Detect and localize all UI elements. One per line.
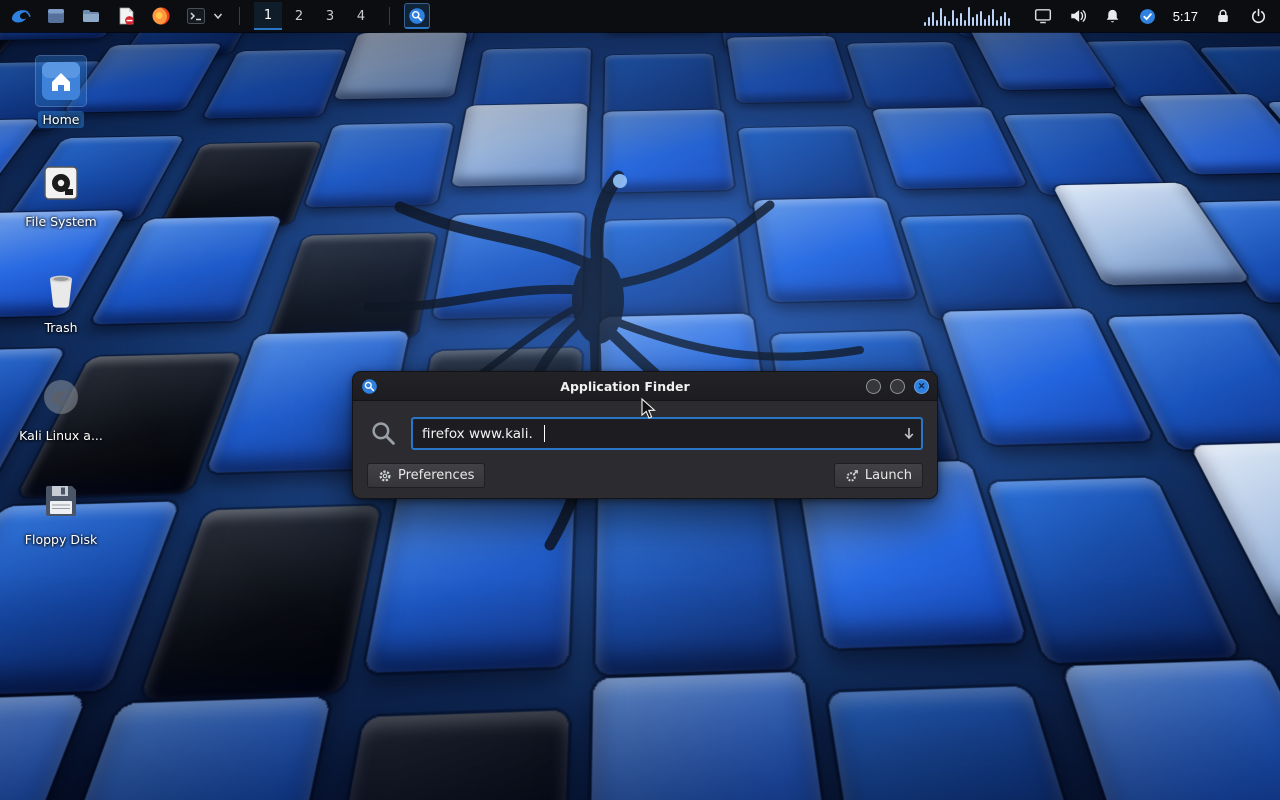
desktop-icon-home[interactable]: Home xyxy=(7,56,115,131)
notifications-icon-button[interactable] xyxy=(1103,4,1123,28)
lock-icon xyxy=(1215,8,1231,24)
status-icon-button[interactable] xyxy=(1138,4,1158,28)
document-icon xyxy=(116,6,136,26)
display-icon-button[interactable] xyxy=(1033,4,1053,28)
firefox-icon xyxy=(151,6,171,26)
launch-button[interactable]: Launch xyxy=(834,463,923,488)
launcher-firefox[interactable] xyxy=(148,3,174,29)
desktop-icon-label: Kali Linux a... xyxy=(14,427,108,444)
status-circle-icon xyxy=(1139,8,1156,25)
window-icon xyxy=(46,6,66,26)
folder-icon xyxy=(81,6,101,26)
volume-icon-button[interactable] xyxy=(1068,4,1088,28)
launcher-windows[interactable] xyxy=(43,3,69,29)
speaker-icon xyxy=(1069,7,1087,25)
floppy-icon xyxy=(41,481,81,521)
launcher-terminal[interactable] xyxy=(183,3,209,29)
desktop-icon-label: Floppy Disk xyxy=(20,531,102,548)
desktop-icon-label: Home xyxy=(38,111,85,128)
logout-icon-button[interactable] xyxy=(1248,4,1268,28)
search-icon xyxy=(367,420,399,447)
desktop-icon-label: Trash xyxy=(39,319,82,336)
terminal-dropdown-button[interactable] xyxy=(211,3,225,29)
workspace-4[interactable]: 4 xyxy=(347,2,375,30)
power-icon xyxy=(1250,8,1267,25)
kali-docs-icon xyxy=(41,377,81,417)
desktop-icon-kali-docs[interactable]: Kali Linux a... xyxy=(7,372,115,447)
dropdown-arrow-icon[interactable] xyxy=(902,426,916,445)
app-finder-icon xyxy=(408,7,426,25)
app-finder-window-icon xyxy=(361,378,378,395)
audio-spectrum xyxy=(924,6,1010,26)
preferences-button[interactable]: Preferences xyxy=(367,463,485,488)
workspace-2[interactable]: 2 xyxy=(285,2,313,30)
minimize-button[interactable] xyxy=(866,379,881,394)
kali-menu-button[interactable] xyxy=(8,3,34,29)
trash-icon xyxy=(41,269,81,309)
dialog-body: Preferences Launch xyxy=(353,401,937,498)
gear-icon xyxy=(378,469,392,483)
launcher-file-manager[interactable] xyxy=(78,3,104,29)
terminal-icon xyxy=(186,6,206,26)
preferences-label: Preferences xyxy=(398,468,474,483)
desktop-icon-floppy-disk[interactable]: Floppy Disk xyxy=(7,476,115,551)
chevron-down-icon xyxy=(213,11,223,21)
maximize-button[interactable] xyxy=(890,379,905,394)
display-icon xyxy=(1034,7,1052,25)
window-title: Application Finder xyxy=(384,379,866,394)
search-input[interactable] xyxy=(411,417,923,450)
workspace-3[interactable]: 3 xyxy=(316,2,344,30)
desktop-icon-trash[interactable]: Trash xyxy=(7,264,115,339)
bell-icon xyxy=(1104,8,1121,25)
launch-label: Launch xyxy=(865,468,912,483)
kali-logo-icon xyxy=(10,5,32,27)
drive-icon xyxy=(41,163,81,203)
desktop-icon-file-system[interactable]: File System xyxy=(7,158,115,233)
home-icon xyxy=(40,60,82,102)
lock-icon-button[interactable] xyxy=(1213,4,1233,28)
launcher-app-finder[interactable] xyxy=(404,3,430,29)
launcher-text-editor[interactable] xyxy=(113,3,139,29)
workspace-switcher: 1 2 3 4 xyxy=(254,2,375,30)
panel-clock[interactable]: 5:17 xyxy=(1173,9,1198,24)
top-panel: 1 2 3 4 xyxy=(0,0,1280,32)
application-finder-window: Application Finder ✕ xyxy=(352,371,938,499)
text-caret xyxy=(544,425,545,442)
panel-separator xyxy=(239,7,240,25)
workspace-1[interactable]: 1 xyxy=(254,2,282,30)
close-button[interactable]: ✕ xyxy=(914,379,929,394)
desktop-icon-label: File System xyxy=(20,213,102,230)
window-titlebar[interactable]: Application Finder ✕ xyxy=(353,372,937,401)
launch-icon xyxy=(845,469,859,483)
panel-separator xyxy=(389,7,390,25)
launcher-terminal-group xyxy=(183,3,225,29)
